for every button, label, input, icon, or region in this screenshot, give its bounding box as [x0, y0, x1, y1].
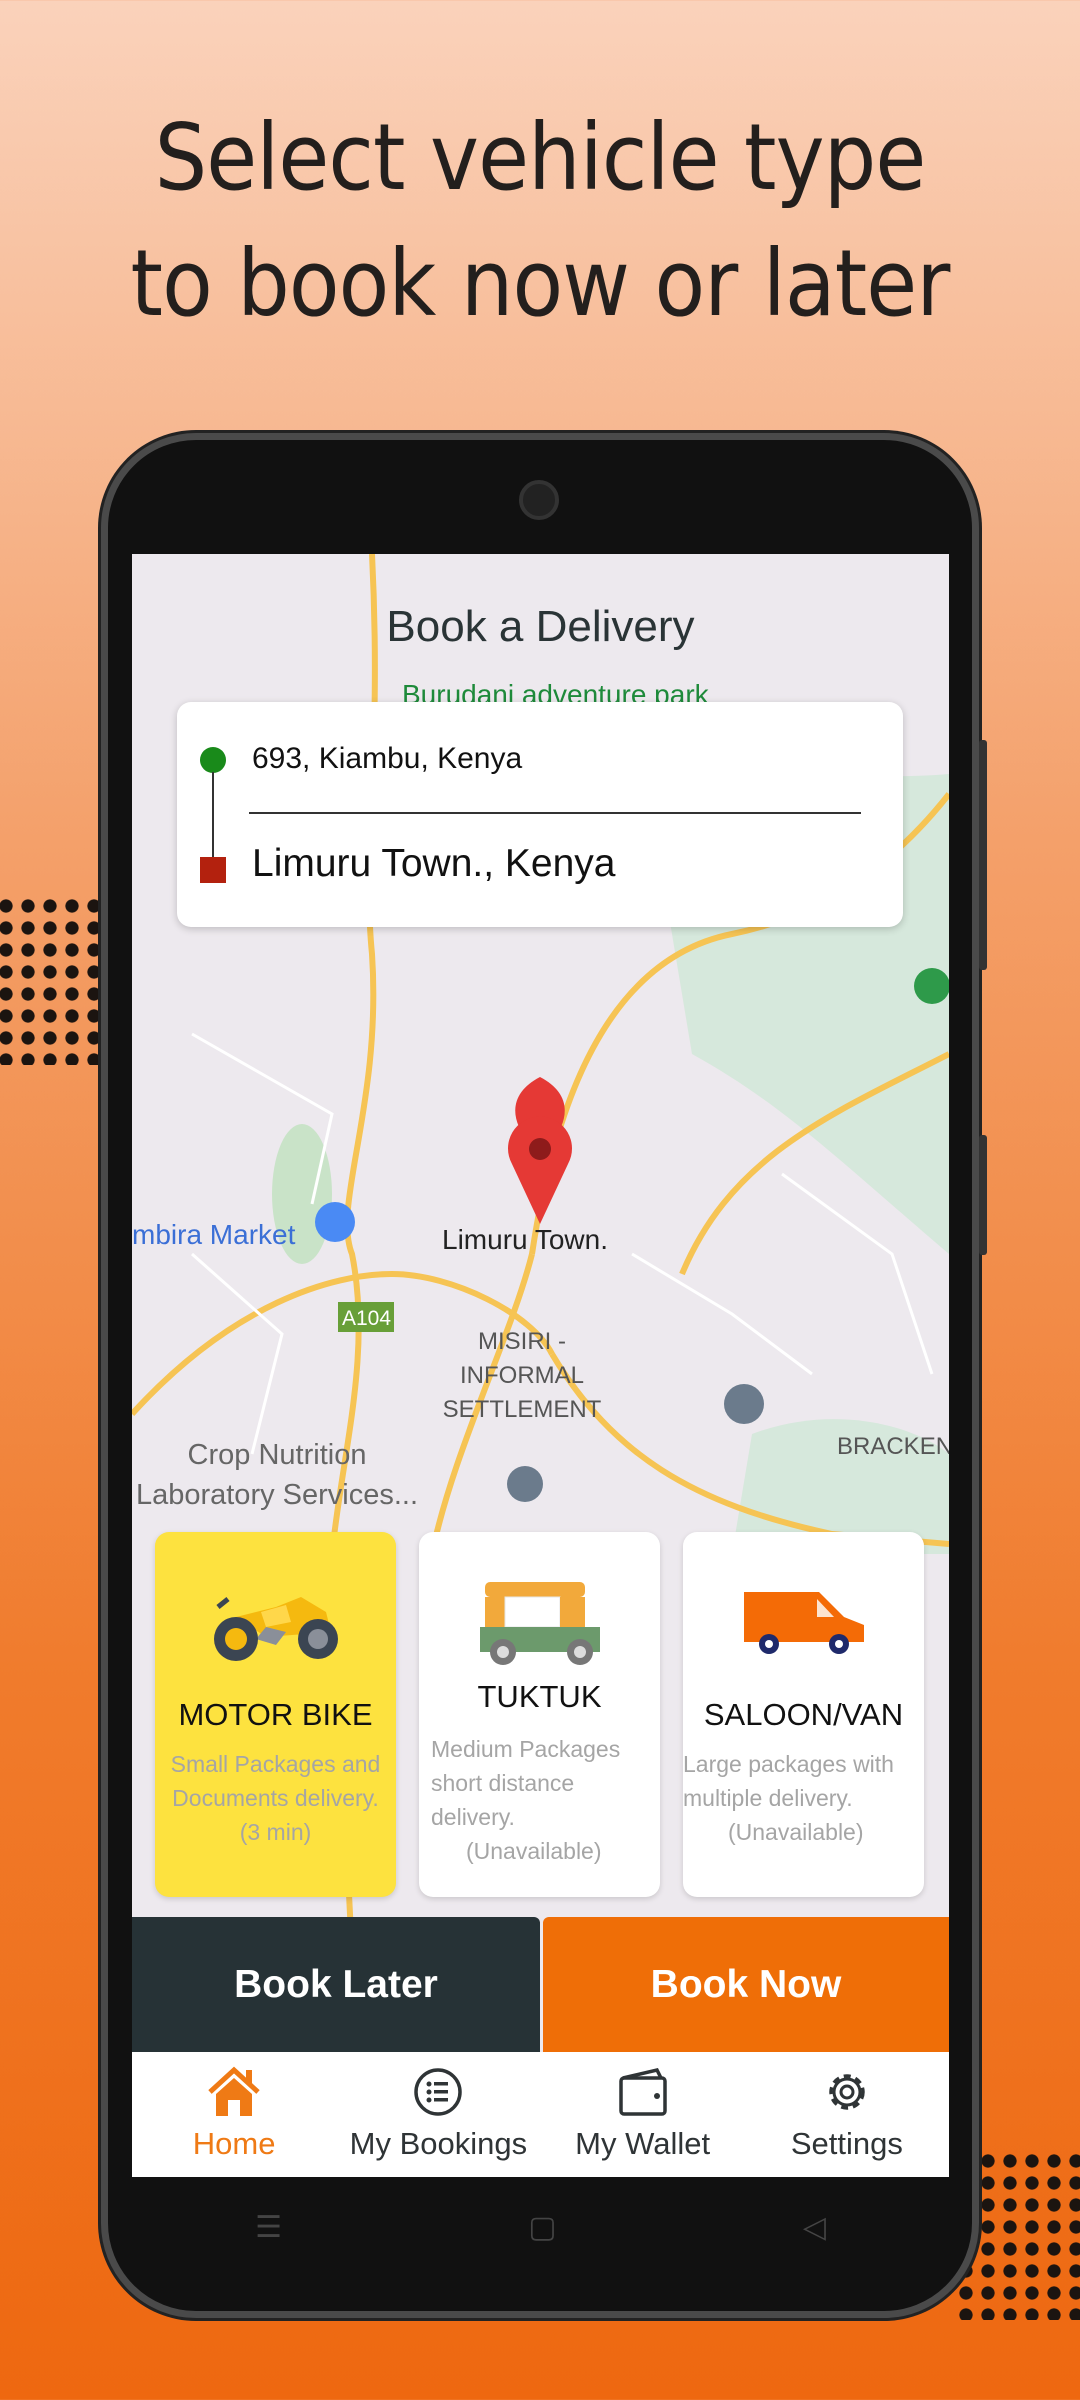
recents-icon[interactable]: ☰ [255, 2210, 282, 2245]
gear-icon [829, 2074, 865, 2110]
route-card[interactable]: 693, Kiambu, Kenya Limuru Town., Kenya [177, 702, 903, 927]
vehicle-card-motorbike[interactable]: MOTOR BIKE Small Packages and Documents … [155, 1532, 396, 1897]
page-title: Book a Delivery [386, 602, 695, 651]
camera [519, 480, 559, 520]
list-icon [414, 2068, 463, 2116]
school-icon [724, 1384, 764, 1424]
van-icon [743, 1592, 864, 1654]
decor-dots-left [0, 895, 105, 1065]
shopping-cart-icon [315, 1202, 355, 1242]
book-later-button[interactable]: Book Later [132, 1917, 540, 2052]
tuktuk-icon [479, 1582, 600, 1665]
nav-my-bookings[interactable]: My Bookings [336, 2052, 540, 2177]
wallet-icon [618, 2067, 667, 2116]
headline: Select vehicle type to book now or later [54, 95, 1026, 347]
vehicle-card-tuktuk[interactable]: TUKTUK Medium Packages short distance de… [419, 1532, 660, 1897]
vehicle-name: SALOON/VAN [703, 1697, 904, 1732]
map-label-town: Limuru Town. [442, 1224, 608, 1255]
route-line [212, 772, 214, 857]
headline-line-1: Select vehicle type [154, 104, 927, 211]
map-label-road: A104 [342, 1307, 391, 1330]
nav-label: My Wallet [575, 2126, 711, 2161]
map-label-bracken: BRACKEN [837, 1433, 949, 1460]
pickup-address[interactable]: 693, Kiambu, Kenya [252, 742, 522, 776]
nav-label: My Bookings [349, 2126, 528, 2161]
vehicle-desc: Large packages with multiple delivery. (U… [683, 1747, 924, 1849]
vehicle-card-van[interactable]: SALOON/VAN Large packages with multiple … [683, 1532, 924, 1897]
book-now-button[interactable]: Book Now [543, 1917, 949, 2052]
divider [249, 812, 861, 814]
origin-dot-icon [200, 747, 226, 773]
vehicle-eta: (Unavailable) [728, 1819, 864, 1845]
bottom-nav: Home My Bookings My Wallet Settings [132, 2052, 949, 2177]
nav-label: Home [192, 2126, 276, 2161]
motorbike-icon [213, 1597, 338, 1661]
vehicle-name: TUKTUK [477, 1679, 602, 1714]
destination-square-icon [200, 857, 226, 883]
vehicle-name: MOTOR BIKE [178, 1697, 373, 1732]
map-label-market: mbira Market [132, 1219, 296, 1250]
headline-line-2: to book now or later [130, 230, 951, 337]
nav-my-wallet[interactable]: My Wallet [541, 2052, 745, 2177]
vehicle-eta: (Unavailable) [466, 1838, 602, 1864]
vehicle-eta: (3 min) [239, 1819, 312, 1845]
system-nav-bar: ☰ ▢ ◁ [132, 2177, 949, 2277]
nav-home[interactable]: Home [132, 2052, 336, 2177]
home-icon [208, 2066, 260, 2116]
home-system-icon[interactable]: ▢ [528, 2210, 556, 2245]
vehicle-desc: Medium Packages short distance delivery.… [431, 1732, 652, 1868]
app-screen: Burudani adventure park mbira Market Lim… [132, 554, 949, 2177]
volume-button [979, 740, 987, 970]
power-button [979, 1135, 987, 1255]
place-icon [507, 1466, 543, 1502]
dropoff-address[interactable]: Limuru Town., Kenya [252, 842, 615, 886]
nav-settings[interactable]: Settings [745, 2052, 949, 2177]
vehicle-desc: Small Packages and Documents delivery. (3… [155, 1747, 396, 1849]
park-icon [914, 968, 949, 1004]
back-icon[interactable]: ◁ [803, 2210, 826, 2245]
nav-label: Settings [790, 2126, 903, 2161]
